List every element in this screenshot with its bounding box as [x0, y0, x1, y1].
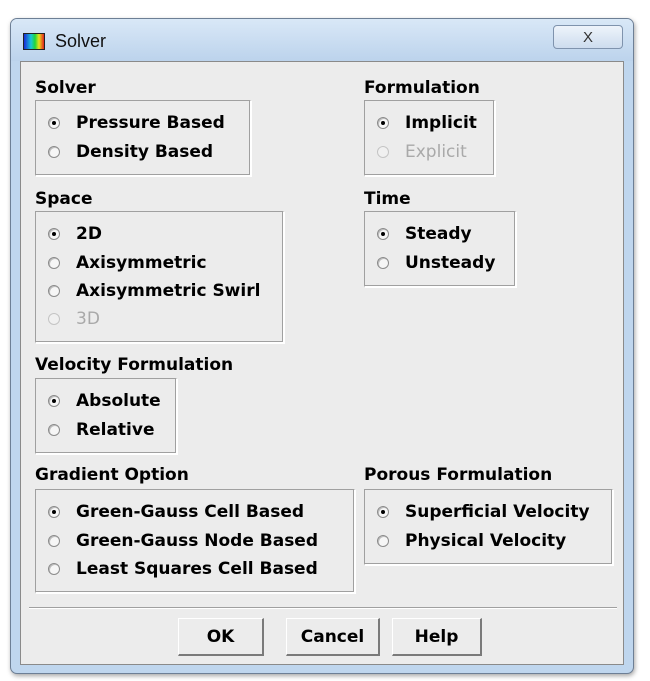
- radio-label: Physical Velocity: [405, 531, 567, 551]
- radio-3d: 3D: [48, 306, 100, 332]
- radio-density-based[interactable]: Density Based: [48, 139, 213, 165]
- radio-label: Least Squares Cell Based: [76, 559, 318, 579]
- radio-label: Unsteady: [405, 253, 496, 273]
- porous-formulation-group: Superficial Velocity Physical Velocity: [364, 489, 613, 565]
- gradient-option-group-label: Gradient Option: [35, 465, 189, 485]
- radio-indicator[interactable]: [48, 506, 60, 518]
- space-group-label: Space: [35, 189, 93, 209]
- button-separator: [29, 607, 617, 609]
- radio-label: Green-Gauss Cell Based: [76, 502, 305, 522]
- radio-green-gauss-cell-based[interactable]: Green-Gauss Cell Based: [48, 499, 304, 525]
- radio-indicator[interactable]: [48, 535, 60, 547]
- radio-relative[interactable]: Relative: [48, 417, 154, 443]
- radio-indicator[interactable]: [377, 506, 389, 518]
- ok-button[interactable]: OK: [178, 618, 264, 656]
- formulation-group-label: Formulation: [364, 78, 480, 98]
- cancel-button[interactable]: Cancel: [286, 618, 380, 656]
- close-button[interactable]: X: [553, 25, 623, 49]
- velocity-formulation-group-label: Velocity Formulation: [35, 355, 234, 375]
- window-title: Solver: [55, 31, 107, 51]
- radio-indicator: [377, 146, 389, 158]
- space-group: 2D Axisymmetric Axisymmetric Swirl 3D: [35, 211, 284, 343]
- radio-indicator[interactable]: [377, 228, 389, 240]
- dialog-body: Solver Pressure Based Density Based Form…: [20, 61, 624, 665]
- radio-indicator[interactable]: [377, 117, 389, 129]
- radio-indicator[interactable]: [48, 285, 60, 297]
- radio-superficial-velocity[interactable]: Superficial Velocity: [377, 499, 590, 525]
- radio-label: Axisymmetric: [76, 253, 207, 273]
- radio-unsteady[interactable]: Unsteady: [377, 250, 495, 276]
- title-bar[interactable]: Solver X: [11, 19, 633, 61]
- solver-dialog: Solver X Solver Pressure Based Density B…: [10, 18, 634, 674]
- formulation-group: Implicit Explicit: [364, 100, 495, 176]
- porous-formulation-group-label: Porous Formulation: [364, 465, 553, 485]
- radio-indicator[interactable]: [377, 535, 389, 547]
- gradient-option-group: Green-Gauss Cell Based Green-Gauss Node …: [35, 489, 355, 593]
- radio-label: Implicit: [405, 113, 477, 133]
- radio-indicator[interactable]: [48, 228, 60, 240]
- radio-2d[interactable]: 2D: [48, 221, 102, 247]
- radio-label: Relative: [76, 420, 155, 440]
- radio-physical-velocity[interactable]: Physical Velocity: [377, 528, 566, 554]
- fluent-app-icon: [23, 33, 45, 50]
- radio-indicator: [48, 313, 60, 325]
- time-group-label: Time: [364, 189, 411, 209]
- time-group: Steady Unsteady: [364, 211, 516, 287]
- radio-label: Explicit: [405, 142, 467, 162]
- radio-explicit: Explicit: [377, 139, 467, 165]
- radio-label: Green-Gauss Node Based: [76, 531, 319, 551]
- radio-label: Absolute: [76, 391, 161, 411]
- radio-absolute[interactable]: Absolute: [48, 388, 161, 414]
- close-icon: X: [582, 28, 593, 46]
- radio-indicator[interactable]: [48, 146, 60, 158]
- radio-label: Density Based: [76, 142, 214, 162]
- radio-label: Pressure Based: [76, 113, 225, 133]
- radio-green-gauss-node-based[interactable]: Green-Gauss Node Based: [48, 528, 318, 554]
- radio-label: Superficial Velocity: [405, 502, 590, 522]
- solver-group-label: Solver: [35, 78, 96, 98]
- radio-label: 2D: [76, 224, 102, 244]
- radio-pressure-based[interactable]: Pressure Based: [48, 110, 225, 136]
- radio-label: Steady: [405, 224, 472, 244]
- radio-indicator[interactable]: [48, 395, 60, 407]
- radio-indicator[interactable]: [48, 117, 60, 129]
- radio-axisymmetric-swirl[interactable]: Axisymmetric Swirl: [48, 278, 260, 304]
- radio-implicit[interactable]: Implicit: [377, 110, 477, 136]
- radio-axisymmetric[interactable]: Axisymmetric: [48, 250, 207, 276]
- radio-steady[interactable]: Steady: [377, 221, 472, 247]
- radio-label: 3D: [76, 309, 100, 329]
- solver-group: Pressure Based Density Based: [35, 100, 251, 176]
- radio-indicator[interactable]: [48, 257, 60, 269]
- radio-indicator[interactable]: [377, 257, 389, 269]
- radio-indicator[interactable]: [48, 563, 60, 575]
- help-button[interactable]: Help: [392, 618, 482, 656]
- radio-indicator[interactable]: [48, 424, 60, 436]
- radio-label: Axisymmetric Swirl: [76, 281, 261, 301]
- velocity-formulation-group: Absolute Relative: [35, 378, 177, 454]
- radio-least-squares-cell-based[interactable]: Least Squares Cell Based: [48, 556, 318, 582]
